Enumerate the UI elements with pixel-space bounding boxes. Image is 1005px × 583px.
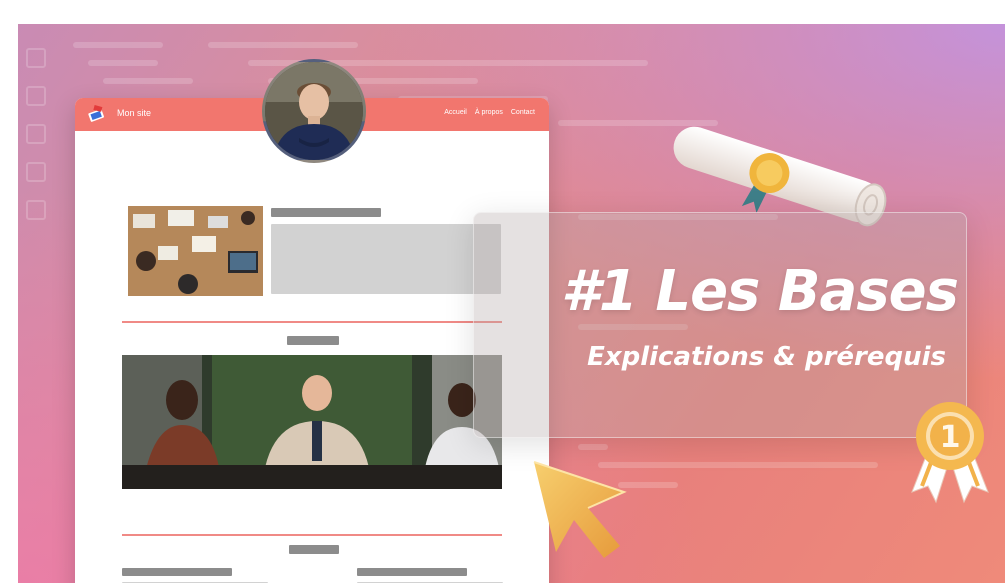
site-name: Mon site: [117, 108, 152, 118]
medal-number: 1: [940, 420, 961, 455]
section-title-placeholder: [287, 336, 339, 345]
headline-subtitle: Explications & prérequis: [587, 342, 946, 372]
column-heading-placeholder: [122, 568, 232, 576]
section-title-placeholder-2: [289, 545, 339, 554]
column-heading-placeholder-2: [357, 568, 467, 576]
medal-icon: 1: [911, 402, 989, 504]
branch-icon: [26, 124, 46, 144]
section-divider: [122, 321, 502, 323]
headline-title: #1 Les Bases: [560, 259, 959, 324]
debug-icon: [26, 162, 46, 182]
cursor-icon: [533, 461, 627, 558]
thumbnail: Mon site Accueil À propos Contact #1 Les…: [18, 24, 1005, 583]
nav-a-propos[interactable]: À propos: [475, 109, 503, 116]
section-divider-2: [122, 534, 502, 536]
nav-contact[interactable]: Contact: [511, 109, 535, 116]
title-card: [473, 212, 967, 438]
extensions-icon: [26, 200, 46, 220]
search-icon: [26, 86, 46, 106]
explorer-icon: [26, 48, 46, 68]
heading-placeholder: [271, 208, 381, 217]
site-nav: Accueil À propos Contact: [444, 109, 535, 116]
nav-accueil[interactable]: Accueil: [444, 109, 467, 116]
desk-photo: [128, 206, 263, 296]
text-placeholder: [271, 224, 501, 294]
site-logo-icon: [88, 105, 105, 122]
avatar: [262, 59, 366, 163]
meeting-photo: [122, 355, 502, 489]
